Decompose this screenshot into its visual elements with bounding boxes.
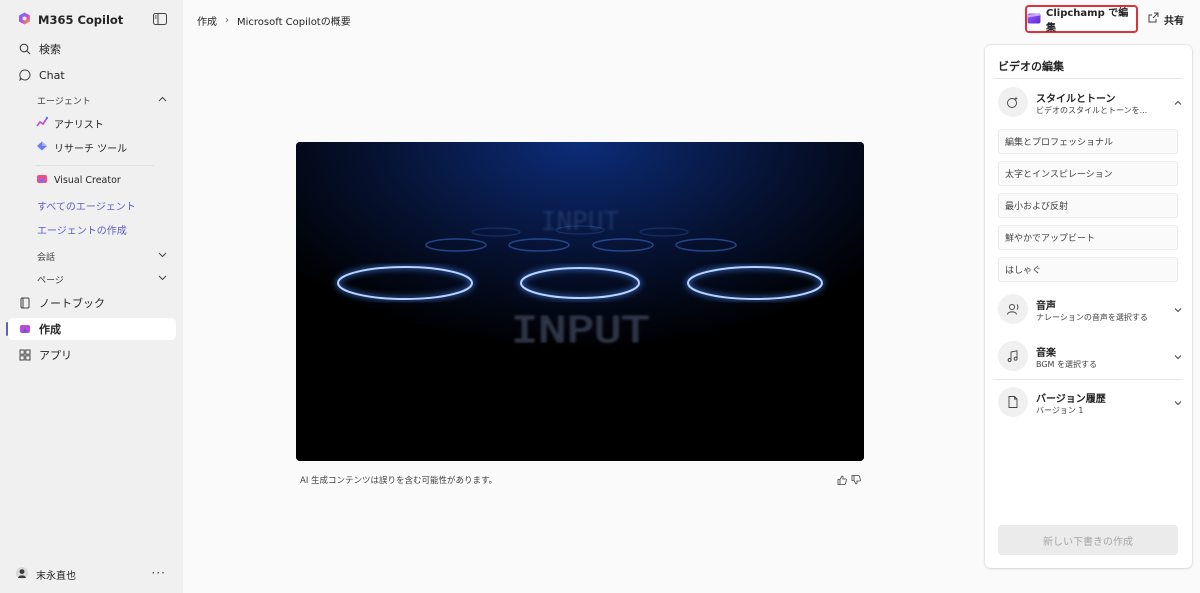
researcher-icon: [36, 140, 48, 155]
divider: [36, 165, 154, 166]
style-option[interactable]: 太字とインスピレーション: [998, 161, 1178, 186]
chevron-down-icon: [158, 274, 167, 284]
style-tone-title: スタイルとトーン: [1036, 94, 1116, 105]
sidebar-item-label: 作成: [39, 323, 61, 336]
style-option[interactable]: 鮮やかでアップビート: [998, 225, 1178, 250]
analyst-icon: [36, 116, 49, 131]
style-tone-subtitle: ビデオのスタイルとトーンを...: [1036, 106, 1148, 115]
app-brand[interactable]: M365 Copilot: [18, 12, 123, 28]
style-tone-icon: [998, 87, 1028, 117]
section-conversations[interactable]: 会話: [37, 248, 167, 264]
new-draft-button[interactable]: 新しい下書きの作成: [998, 525, 1178, 555]
sidebar: M365 Copilot 検索 Chat エージェント アナリスト リサーチ ツ…: [0, 0, 183, 593]
sidebar-item-search[interactable]: 検索: [8, 38, 176, 60]
panel-title: ビデオの編集: [998, 60, 1064, 73]
app-title: M365 Copilot: [38, 13, 124, 27]
sidebar-item-label: リサーチ ツール: [54, 143, 128, 155]
button-label: 共有: [1164, 15, 1184, 27]
notebook-icon: [19, 297, 31, 309]
thumbs-down-icon[interactable]: [851, 474, 861, 485]
ai-disclaimer: AI 生成コンテンツは誤りを含む可能性があります。: [300, 476, 498, 486]
style-option[interactable]: 最小および反射: [998, 193, 1178, 218]
sidebar-item-chat[interactable]: Chat: [8, 64, 176, 86]
breadcrumb-separator: ›: [225, 15, 229, 26]
sidebar-item-label: ノートブック: [39, 297, 105, 310]
clipchamp-icon: [1027, 12, 1041, 27]
more-options-icon[interactable]: ···: [152, 566, 166, 580]
sidebar-item-label: Chat: [39, 68, 65, 82]
chevron-up-icon: [1173, 97, 1183, 107]
music-section[interactable]: 音楽 BGM を選択する: [998, 341, 1183, 373]
sidebar-item-label: アプリ: [39, 349, 72, 362]
all-agents-link[interactable]: すべてのエージェント: [37, 198, 136, 213]
share-button[interactable]: 共有: [1148, 12, 1184, 27]
music-subtitle: BGM を選択する: [1036, 360, 1097, 369]
style-tone-section[interactable]: スタイルとトーン ビデオのスタイルとトーンを...: [998, 87, 1183, 119]
video-text: INPUT: [511, 309, 649, 351]
voice-icon: [998, 294, 1028, 324]
sidebar-item-researcher[interactable]: リサーチ ツール: [36, 138, 127, 156]
breadcrumb-parent[interactable]: 作成: [197, 13, 217, 28]
chevron-down-icon: [1173, 304, 1183, 314]
breadcrumb-current: Microsoft Copilotの概要: [237, 17, 351, 28]
visual-creator-icon: [36, 173, 48, 188]
edit-in-clipchamp-button[interactable]: Clipchamp で編集: [1025, 5, 1138, 34]
sidebar-item-notebooks[interactable]: ノートブック: [8, 292, 176, 314]
create-agent-link[interactable]: エージェントの作成: [37, 222, 127, 237]
button-label: Clipchamp で編集: [1046, 8, 1129, 34]
music-icon: [998, 341, 1028, 371]
chevron-up-icon: [158, 95, 167, 105]
user-profile[interactable]: 末永直也 ···: [16, 566, 166, 582]
video-edit-panel: ビデオの編集 スタイルとトーン ビデオのスタイルとトーンを... 編集とプロフェ…: [985, 45, 1192, 568]
chevron-down-icon: [1173, 397, 1183, 407]
section-label: 会話: [37, 252, 56, 263]
document-icon: [998, 387, 1028, 417]
voice-title: 音声: [1036, 301, 1056, 312]
chevron-down-icon: [158, 251, 167, 261]
breadcrumb: 作成 › Microsoft Copilotの概要: [197, 13, 351, 28]
video-preview[interactable]: INPUT INPUT: [296, 142, 864, 461]
sidebar-toggle-icon[interactable]: [153, 13, 167, 25]
section-label: エージェント: [37, 96, 91, 107]
divider: [993, 379, 1183, 380]
style-option[interactable]: はしゃぐ: [998, 257, 1178, 282]
video-text-back: INPUT: [541, 207, 620, 237]
sidebar-item-create[interactable]: 作成: [8, 318, 176, 340]
thumbs-up-icon[interactable]: [837, 474, 847, 485]
sidebar-item-visual-creator[interactable]: Visual Creator: [36, 171, 121, 189]
create-icon: [19, 323, 31, 335]
user-name: 末永直也: [36, 570, 76, 582]
version-history-title: バージョン履歴: [1036, 394, 1106, 405]
sidebar-item-label: Visual Creator: [54, 174, 121, 186]
chat-icon: [19, 69, 31, 81]
share-icon: [1148, 12, 1159, 26]
chevron-down-icon: [1173, 351, 1183, 361]
sidebar-item-label: 検索: [39, 43, 61, 56]
voice-subtitle: ナレーションの音声を選択する: [1036, 313, 1148, 322]
apps-icon: [19, 349, 31, 361]
section-label: ページ: [37, 275, 64, 286]
voice-section[interactable]: 音声 ナレーションの音声を選択する: [998, 294, 1183, 326]
search-icon: [19, 43, 31, 55]
style-option[interactable]: 編集とプロフェッショナル: [998, 129, 1178, 154]
sidebar-item-label: アナリスト: [54, 119, 104, 131]
version-history-section[interactable]: バージョン履歴 バージョン 1: [998, 387, 1183, 419]
sidebar-item-apps[interactable]: アプリ: [8, 344, 176, 366]
avatar: [16, 566, 28, 582]
music-title: 音楽: [1036, 348, 1056, 359]
section-agents[interactable]: エージェント: [37, 92, 167, 108]
sidebar-item-analyst[interactable]: アナリスト: [36, 114, 104, 132]
copilot-logo-icon: [18, 12, 31, 28]
divider: [993, 78, 1183, 79]
section-pages[interactable]: ページ: [37, 271, 167, 287]
version-history-subtitle: バージョン 1: [1036, 406, 1084, 415]
